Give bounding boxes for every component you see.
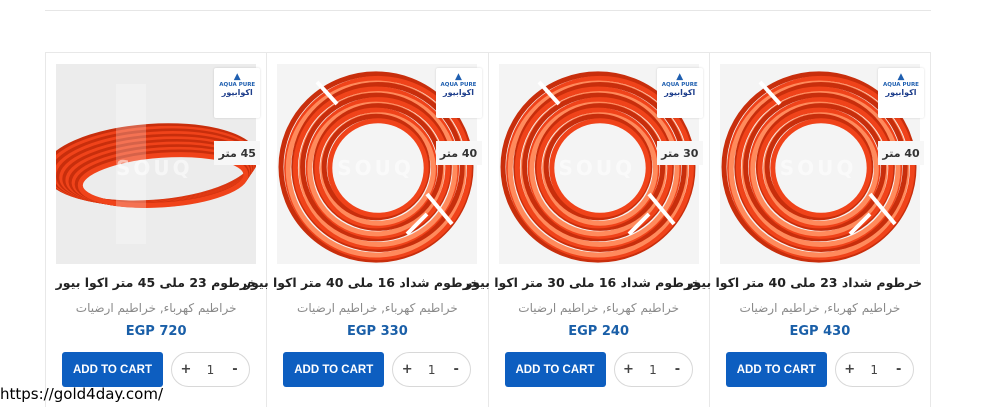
add-to-cart-button[interactable]: ADD TO CART <box>62 352 163 387</box>
product-card: SOUQ ▲ AQUA PURE اكوابيور 40 متر خرطوم ش… <box>686 53 931 407</box>
brand-name-ar: اكوابيور <box>885 88 917 97</box>
product-title[interactable]: خرطوم شداد 16 ملى 40 متر اكوا بيور <box>244 275 480 290</box>
product-price: EGP 430 <box>789 324 851 339</box>
water-drops-icon: ▲ <box>897 72 905 82</box>
length-badge: 30 متر <box>656 141 703 165</box>
water-drops-icon: ▲ <box>455 72 462 82</box>
product-title[interactable]: خرطوم شداد 23 ملى 40 متر اكوا بيور <box>686 275 922 290</box>
qty-plus-button[interactable]: + <box>621 362 637 377</box>
aqua-pure-logo: ▲ AQUA PURE اكوابيور <box>656 68 703 118</box>
qty-input[interactable]: 1 <box>417 363 447 377</box>
product-categories[interactable]: خراطيم كهرباء, خراطيم ارضيات <box>497 301 701 315</box>
quantity-stepper: + 1 - <box>392 352 472 387</box>
product-card: SOUQ ▲ AQUA PURE اكوابيور 45 متر خرطوم 2… <box>46 53 268 407</box>
watermark: SOUQ <box>558 156 636 180</box>
product-price: EGP 240 <box>568 324 629 339</box>
top-divider <box>45 10 931 11</box>
product-price: EGP 330 <box>347 324 408 339</box>
qty-plus-button[interactable]: + <box>842 362 858 377</box>
watermark: SOUQ <box>779 156 857 180</box>
qty-minus-button[interactable]: - <box>227 362 243 377</box>
aqua-pure-logo: ▲ AQUA PURE اكوابيور <box>435 68 482 118</box>
add-to-cart-button[interactable]: ADD TO CART <box>283 352 385 387</box>
watermark: SOUQ <box>116 156 193 180</box>
length-badge: 45 متر <box>214 141 261 165</box>
qty-plus-button[interactable]: + <box>399 362 415 377</box>
watermark: SOUQ <box>337 156 414 180</box>
qty-minus-button[interactable]: - <box>448 362 464 377</box>
product-card: SOUQ ▲ AQUA PURE اكوابيور 30 متر خرطوم ش… <box>465 53 710 407</box>
product-price: EGP 720 <box>125 324 187 339</box>
product-card: SOUQ ▲ AQUA PURE اكوابيور 40 متر خرطوم ش… <box>244 53 489 407</box>
brand-name-ar: اكوابيور <box>664 88 696 97</box>
qty-input[interactable]: 1 <box>859 363 889 377</box>
brand-name-ar: اكوابيور <box>442 88 475 97</box>
product-categories[interactable]: خراطيم كهرباء, خراطيم ارضيات <box>275 301 479 315</box>
product-categories[interactable]: خراطيم كهرباء, خراطيم ارضيات <box>54 301 258 315</box>
aqua-pure-logo: ▲ AQUA PURE اكوابيور <box>878 68 924 118</box>
product-title[interactable]: خرطوم شداد 16 ملى 30 متر اكوا بيور <box>465 275 701 290</box>
product-grid: SOUQ ▲ AQUA PURE اكوابيور 45 متر خرطوم 2… <box>45 52 931 407</box>
product-categories[interactable]: خراطيم كهرباء, خراطيم ارضيات <box>718 301 922 315</box>
add-to-cart-button[interactable]: ADD TO CART <box>504 352 606 387</box>
length-badge: 40 متر <box>878 141 924 165</box>
water-drops-icon: ▲ <box>676 72 684 82</box>
qty-input[interactable]: 1 <box>638 363 668 377</box>
qty-input[interactable]: 1 <box>196 363 226 377</box>
aqua-pure-logo: ▲ AQUA PURE اكوابيور <box>214 68 261 118</box>
qty-plus-button[interactable]: + <box>178 362 194 377</box>
quantity-stepper: + 1 - <box>834 352 914 387</box>
qty-minus-button[interactable]: - <box>891 362 907 377</box>
length-badge: 40 متر <box>435 141 482 165</box>
qty-minus-button[interactable]: - <box>670 362 686 377</box>
brand-name-ar: اكوابيور <box>221 88 253 97</box>
product-title[interactable]: خرطوم 23 ملى 45 متر اكوا بيور <box>54 275 258 290</box>
add-to-cart-button[interactable]: ADD TO CART <box>725 352 827 387</box>
quantity-stepper: + 1 - <box>613 352 693 387</box>
water-drops-icon: ▲ <box>233 72 241 82</box>
url-caption: https://gold4day.com/ <box>0 385 164 403</box>
quantity-stepper: + 1 - <box>171 352 250 387</box>
